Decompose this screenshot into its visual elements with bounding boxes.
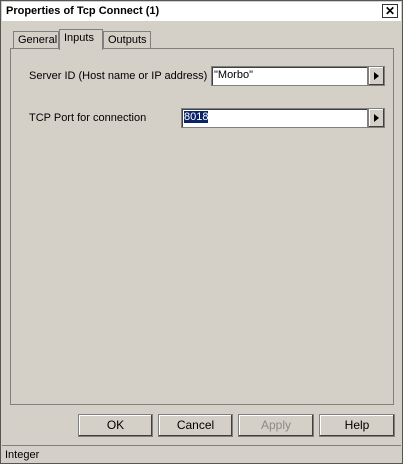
inputs-panel: Server ID (Host name or IP address) "Mor… — [10, 48, 394, 405]
tcp-port-expand-button[interactable] — [368, 108, 385, 128]
arrow-right-icon — [374, 114, 379, 122]
tcp-port-field[interactable]: 8018 — [181, 108, 368, 128]
title-bar: Properties of Tcp Connect (1) ✕ — [2, 2, 401, 21]
window-title: Properties of Tcp Connect (1) — [6, 5, 160, 17]
tab-inputs[interactable]: Inputs — [59, 29, 103, 50]
close-button[interactable]: ✕ — [382, 4, 398, 18]
arrow-right-icon — [374, 72, 379, 80]
server-id-expand-button[interactable] — [368, 66, 385, 86]
apply-button[interactable]: Apply — [238, 414, 314, 437]
close-icon: ✕ — [384, 4, 396, 18]
server-id-label: Server ID (Host name or IP address) — [29, 70, 208, 82]
help-button[interactable]: Help — [319, 414, 395, 437]
tab-outputs[interactable]: Outputs — [103, 31, 151, 48]
cancel-button[interactable]: Cancel — [158, 414, 233, 437]
server-id-value: "Morbo" — [214, 69, 253, 81]
tab-general[interactable]: General — [13, 31, 59, 48]
properties-dialog: Properties of Tcp Connect (1) ✕ General … — [0, 0, 403, 464]
status-bar: Integer — [2, 445, 401, 463]
ok-button[interactable]: OK — [78, 414, 153, 437]
tcp-port-label: TCP Port for connection — [29, 112, 147, 124]
status-text: Integer — [5, 449, 40, 461]
tcp-port-value: 8018 — [184, 111, 209, 123]
server-id-field[interactable]: "Morbo" — [211, 66, 368, 86]
